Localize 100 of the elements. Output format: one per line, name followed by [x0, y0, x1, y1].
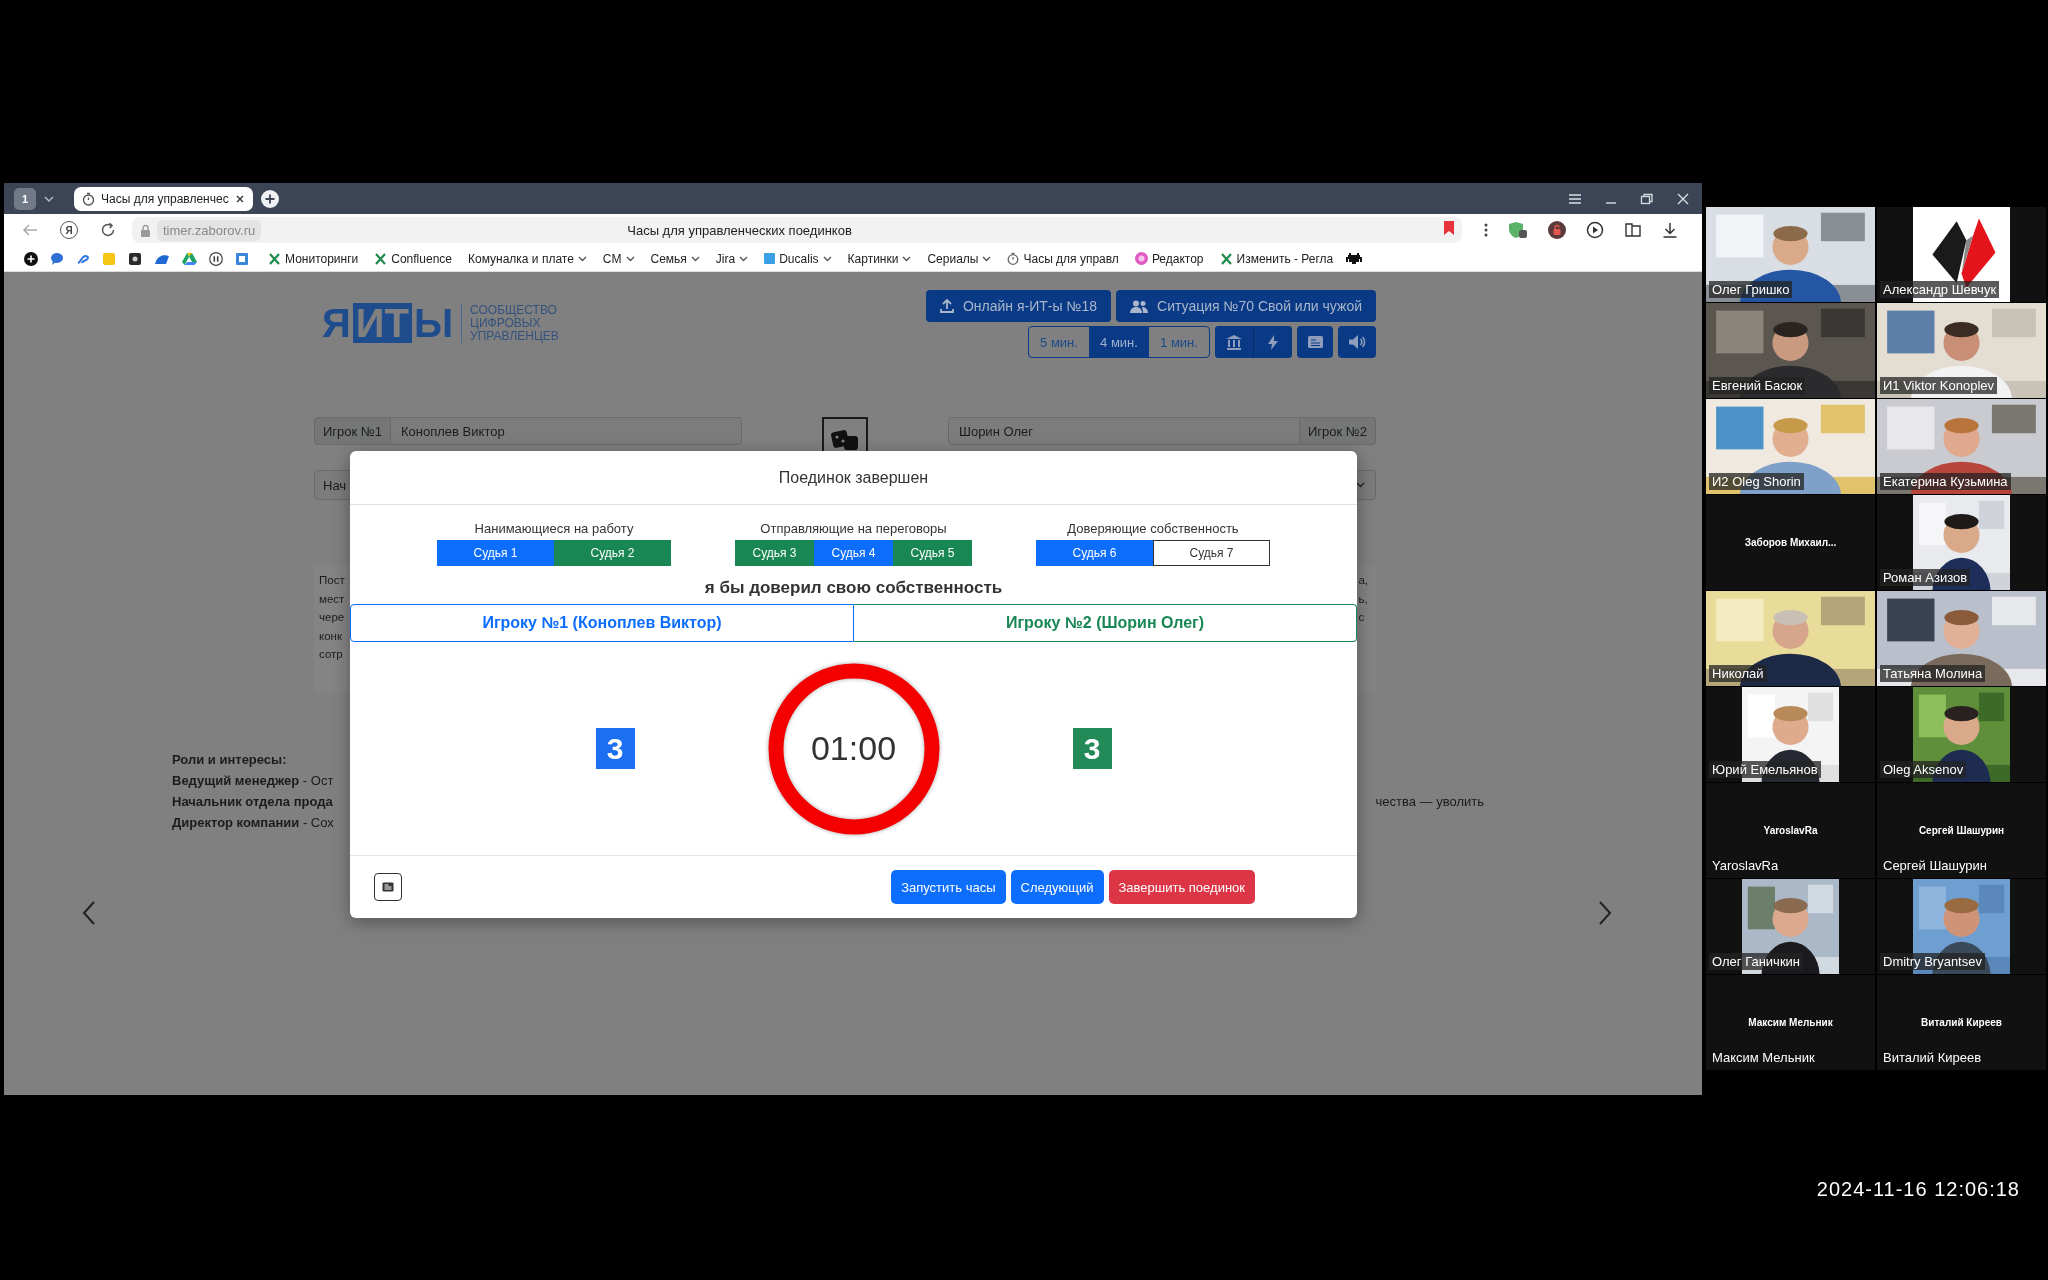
bookmark[interactable]: Изменить - Регла [1216, 251, 1337, 266]
restore-icon[interactable] [1640, 192, 1654, 205]
description-text: Пост [319, 573, 345, 588]
participant-name: Dmitry Bryantsev [1880, 953, 1985, 970]
judge-button[interactable]: Судья 5 [893, 540, 972, 566]
bookmark[interactable]: Семья [647, 251, 703, 266]
close-icon[interactable] [234, 193, 245, 204]
shield-icon[interactable] [1508, 221, 1528, 239]
bookmark[interactable]: Сериалы [924, 251, 995, 266]
header-button[interactable]: Ситуация №70 Свой или чужой [1116, 290, 1376, 322]
triangle-icon[interactable] [182, 252, 197, 265]
logo-tagline: СООБЩЕСТВО ЦИФРОВЫХ УПРАВЛЕНЦЕВ [461, 303, 559, 343]
bookmark[interactable]: Картинки [844, 251, 915, 266]
group-label: Доверяющие собственность [1067, 521, 1239, 536]
chevron-down-icon [982, 255, 992, 262]
action-button[interactable]: Завершить поединок [1108, 870, 1255, 904]
people-icon [1130, 299, 1149, 313]
score: 3 [1072, 728, 1112, 769]
participant-name: Юрий Емельянов [1709, 761, 1821, 778]
duration-button[interactable]: 4 мин. [1089, 327, 1149, 357]
bank-icon [1226, 334, 1242, 350]
description-text: сотр [319, 647, 344, 662]
tab-count-button[interactable]: 1 [14, 187, 36, 210]
speech-bubble-icon[interactable] [50, 251, 64, 266]
bookmark[interactable]: CM [599, 251, 638, 266]
cross-icon [374, 252, 388, 265]
chevron-down-icon [739, 255, 749, 262]
participant-name: Максим Мельник [1711, 1049, 1816, 1066]
play-circle-icon[interactable] [1586, 221, 1604, 239]
group-label: Нанимающиеся на работу [474, 521, 634, 536]
newspaper-icon [1307, 336, 1323, 348]
bookmark[interactable]: Часы для управл [1004, 251, 1122, 266]
participant-name: И1 Viktor Konoplev [1880, 377, 1997, 394]
score: 3 [595, 728, 635, 769]
url-text: timer.zaborov.ru [157, 219, 262, 241]
stopwatch-icon [82, 191, 95, 206]
participant-name: Олег Ганичкин [1709, 953, 1804, 970]
plus-circle-icon[interactable] [24, 251, 38, 266]
role-text: чества — уволить [1375, 794, 1484, 809]
judge-button[interactable]: Судья 3 [735, 540, 814, 566]
select-value: Нач [323, 477, 347, 493]
upload-icon [939, 299, 954, 313]
newspaper-icon [382, 882, 394, 892]
choice-button[interactable]: Игроку №2 (Шорин Олег) [854, 604, 1357, 642]
player-name-field[interactable]: Шорин Олег [948, 417, 1300, 445]
icon-button[interactable] [374, 873, 402, 901]
bookmark[interactable]: Редактор [1131, 251, 1207, 266]
circle-icon [1134, 252, 1148, 265]
bookmark[interactable]: Мониторинги [265, 251, 362, 266]
lock-icon [140, 223, 151, 237]
participant-name: Виталий Киреев [1882, 1049, 1983, 1066]
player-label: Игрок №1 [314, 417, 392, 445]
description-text: мест [319, 591, 345, 607]
action-button[interactable]: Следующий [1010, 870, 1104, 904]
description-text: конк [319, 628, 343, 644]
chevron-down-icon [44, 195, 54, 202]
bookmark[interactable]: Jira [712, 251, 752, 266]
participant-caption: Виталий Киреев [1921, 1017, 2002, 1028]
bookmark[interactable]: Комуналка и плате [465, 251, 590, 266]
chevron-down-icon [822, 255, 832, 262]
bolt-icon [1268, 334, 1278, 350]
description-text: чере [319, 610, 345, 625]
dice-icon[interactable] [822, 417, 868, 451]
download-icon[interactable] [1662, 222, 1678, 238]
menu-icon[interactable] [1568, 192, 1582, 205]
description-text: ь, [1358, 591, 1368, 607]
reload-icon[interactable] [100, 222, 116, 238]
square-icon[interactable] [128, 251, 142, 266]
judge-button[interactable]: Судья 1 [437, 540, 554, 566]
judge-button[interactable]: Судья 7 [1153, 540, 1270, 566]
participant-name: Oleg Aksenov [1880, 761, 1967, 778]
new-tab-icon[interactable] [260, 189, 279, 208]
bookmark[interactable]: Ducalis [761, 251, 835, 266]
side-panel-icon[interactable] [1624, 221, 1642, 239]
role-text: Начальник отдела прода [172, 793, 334, 811]
participant-name: YaroslavRa [1711, 857, 1780, 874]
participant-name: Олег Гришко [1709, 281, 1793, 298]
header-button[interactable]: Онлайн я-ИТ-ы №18 [925, 290, 1112, 322]
speaker-icon [1348, 335, 1366, 349]
player-name-field[interactable]: Коноплев Виктор [391, 417, 742, 445]
judge-button[interactable]: Судья 4 [814, 540, 893, 566]
bookmark[interactable]: Confluence [371, 251, 455, 266]
pause-icon[interactable] [209, 251, 223, 266]
question-text: я бы доверил свою собственность [703, 578, 1004, 599]
alien-icon[interactable] [1346, 252, 1363, 265]
participant-caption: Максим Мельник [1748, 1017, 1833, 1028]
player-label: Игрок №2 [1299, 417, 1376, 445]
group-label: Отправляющие на переговоры [760, 521, 947, 536]
action-button[interactable]: Запустить часы [891, 870, 1006, 904]
lock-circle-icon[interactable] [1548, 221, 1566, 239]
chevron-down-icon [625, 255, 635, 262]
bookmark-icon[interactable] [1444, 221, 1454, 235]
description-text: а, [1358, 573, 1368, 588]
more-icon[interactable] [1484, 223, 1488, 237]
choice-button[interactable]: Игроку №1 (Коноплев Виктор) [350, 604, 854, 642]
browser-tab[interactable]: Часы для управленчес [74, 186, 253, 211]
judge-button[interactable]: Судья 6 [1036, 540, 1153, 566]
home-button[interactable]: Я [60, 221, 78, 239]
judge-button[interactable]: Судья 2 [554, 540, 671, 566]
address-field[interactable]: timer.zaborov.ru Часы для управленческих поединков [132, 217, 1462, 243]
